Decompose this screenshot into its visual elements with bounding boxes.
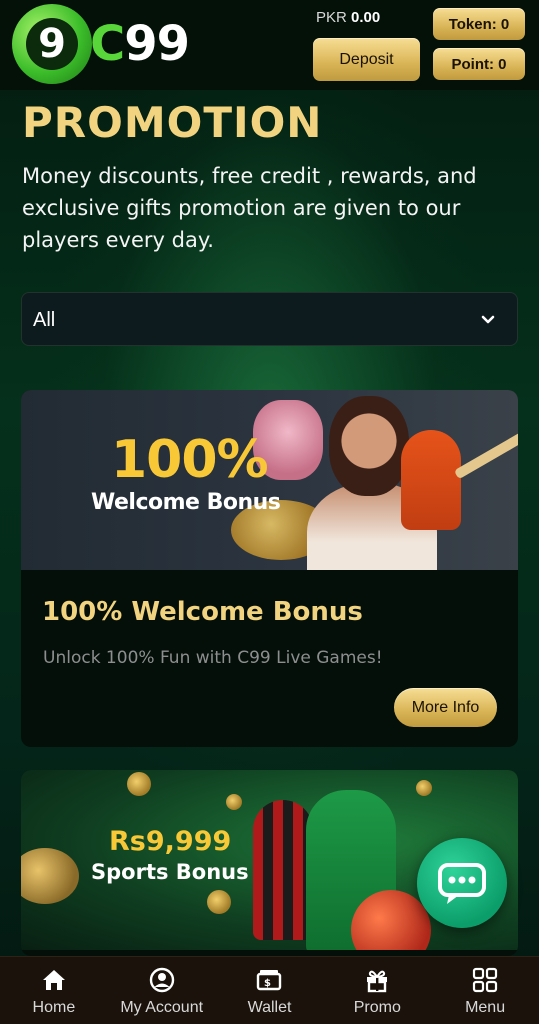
filter-selected-value: All [33, 309, 56, 331]
banner-subline: Sports Bonus [91, 860, 249, 884]
balance-display: PKR 0.00 [316, 9, 380, 26]
gold-coin-image [416, 780, 432, 796]
gift-icon [367, 970, 388, 993]
deposit-button[interactable]: Deposit [313, 38, 420, 81]
c99-logo[interactable]: 9 C99 [12, 4, 202, 86]
nav-label: Promo [353, 999, 401, 1016]
nav-label: Home [32, 999, 76, 1016]
gold-coin-image [226, 794, 242, 810]
promo-card-welcome[interactable]: 100% Welcome Bonus 100% Welcome Bonus Un… [21, 390, 518, 747]
svg-text:$: $ [264, 978, 271, 989]
logo-mark: 9 [26, 18, 78, 70]
nav-item-my-account[interactable]: My Account [108, 957, 216, 1024]
home-icon [42, 970, 65, 990]
page-description: Money discounts, free credit , rewards, … [22, 164, 477, 252]
nav-item-promo[interactable]: Promo [323, 957, 431, 1024]
model-head-image [329, 396, 409, 496]
gold-coin-image [207, 890, 231, 914]
cricketer-image [401, 430, 461, 530]
banner-headline: 100% [111, 430, 269, 490]
logo-badge: 9 [12, 4, 92, 84]
nav-item-menu[interactable]: Menu [431, 957, 539, 1024]
gold-coin-image [21, 848, 79, 904]
promo-card-text: Unlock 100% Fun with C99 Live Games! [43, 648, 383, 668]
token-badge[interactable]: Token: 0 [433, 8, 525, 40]
user-icon [149, 967, 174, 993]
chevron-down-icon [481, 315, 495, 324]
gold-coin-image [127, 772, 151, 796]
page-title: PROMOTION [22, 98, 323, 147]
nav-label: Menu [465, 999, 506, 1016]
football-player-image [253, 800, 313, 940]
cricket-bat-image [453, 430, 518, 480]
live-chat-button[interactable] [417, 838, 507, 928]
top-header: 9 C99 PKR 0.00 Deposit Token: 0 Point: 0 [0, 0, 539, 90]
chat-bubble-icon [438, 863, 486, 904]
more-info-button[interactable]: More Info [394, 688, 497, 727]
nav-label: My Account [120, 999, 204, 1016]
nav-item-wallet[interactable]: $ Wallet [216, 957, 324, 1024]
promo-card-title: 100% Welcome Bonus [42, 597, 363, 627]
logo-wordmark: C99 [90, 16, 190, 72]
nav-label: Wallet [247, 999, 292, 1016]
balance-currency: PKR [316, 9, 347, 26]
nav-item-home[interactable]: Home [0, 957, 108, 1024]
category-filter-select[interactable]: All [21, 292, 518, 346]
grid-icon [472, 967, 498, 993]
banner-subline: Welcome Bonus [91, 490, 281, 515]
balance-value: 0.00 [351, 9, 381, 26]
wallet-icon: $ [257, 970, 282, 991]
point-badge[interactable]: Point: 0 [433, 48, 525, 80]
promo-banner-welcome[interactable]: 100% Welcome Bonus [21, 390, 518, 570]
banner-headline: Rs9,999 [109, 826, 232, 857]
bottom-navigation: Home My Account $ Wallet Promo Menu [0, 956, 539, 1024]
